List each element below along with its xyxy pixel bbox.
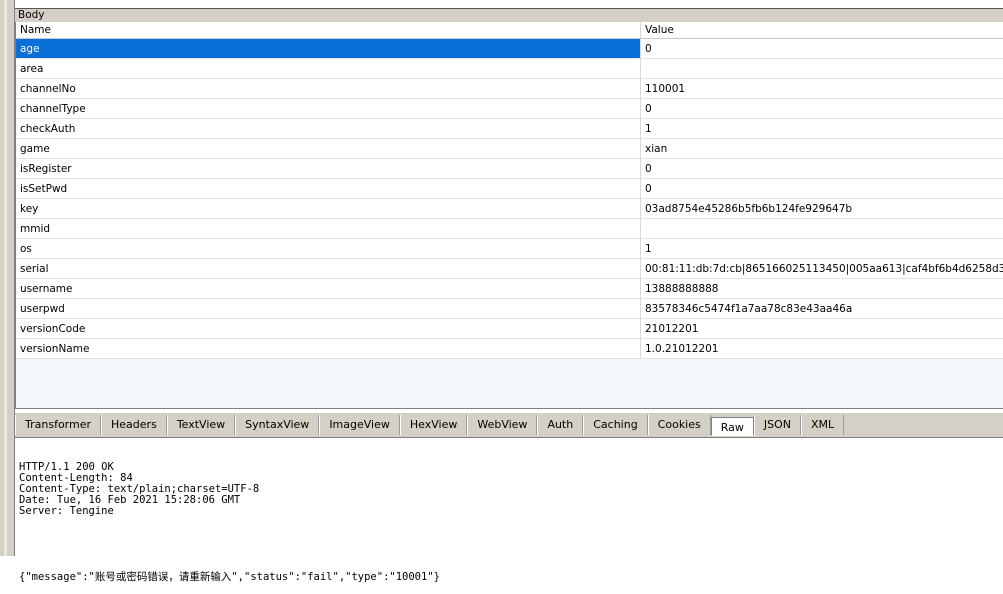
table-row[interactable]: channelNo 110001 [16, 79, 1003, 99]
row-value-cell[interactable]: xian [641, 139, 1003, 158]
tab-webview[interactable]: WebView [467, 415, 538, 435]
tab-raw[interactable]: Raw [710, 416, 754, 436]
table-row[interactable]: game xian [16, 139, 1003, 159]
table-row[interactable]: checkAuth 1 [16, 119, 1003, 139]
row-name-cell[interactable]: isRegister [16, 159, 641, 178]
tab-cookies[interactable]: Cookies [647, 415, 711, 435]
row-value-cell[interactable]: 21012201 [641, 319, 1003, 338]
row-value-cell[interactable] [641, 59, 1003, 78]
table-row[interactable]: channelType 0 [16, 99, 1003, 119]
row-name-cell[interactable]: checkAuth [16, 119, 641, 138]
raw-response-view[interactable]: HTTP/1.1 200 OK Content-Length: 84 Content… [17, 438, 1003, 583]
request-top-panel [15, 0, 1003, 9]
tab-headers[interactable]: Headers [101, 415, 167, 435]
table-row[interactable]: versionName 1.0.21012201 [16, 339, 1003, 359]
row-value-cell[interactable]: 1.0.21012201 [641, 339, 1003, 358]
table-row[interactable]: age 0 [16, 39, 1003, 59]
row-value-cell[interactable]: 83578346c5474f1a7aa78c83e43aa46a [641, 299, 1003, 318]
tab-auth[interactable]: Auth [537, 415, 584, 435]
row-name-cell[interactable]: serial [16, 259, 641, 278]
name-column-header[interactable]: Name [16, 22, 641, 38]
row-name-cell[interactable]: os [16, 239, 641, 258]
table-row[interactable]: mmid [16, 219, 1003, 239]
tab-imageview[interactable]: ImageView [319, 415, 400, 435]
tab-hexview[interactable]: HexView [399, 415, 468, 435]
row-name-cell[interactable]: game [16, 139, 641, 158]
row-value-cell[interactable]: 00:81:11:db:7d:cb|865166025113450|005aa6… [641, 259, 1003, 278]
table-row[interactable]: isSetPwd 0 [16, 179, 1003, 199]
response-tabbar: Transformer Headers TextView SyntaxView Imag… [15, 412, 1003, 438]
row-value-cell[interactable]: 0 [641, 99, 1003, 118]
row-name-cell[interactable]: isSetPwd [16, 179, 641, 198]
row-value-cell[interactable]: 110001 [641, 79, 1003, 98]
grid-rows: age 0 area channelNo 110001 channelType 0 check… [16, 39, 1003, 359]
tab-textview[interactable]: TextView [166, 415, 236, 435]
row-name-cell[interactable]: versionName [16, 339, 641, 358]
row-name-cell[interactable]: age [16, 39, 641, 58]
left-frame-inner [4, 0, 7, 556]
table-row[interactable]: isRegister 0 [16, 159, 1003, 179]
tab-xml[interactable]: XML [801, 415, 845, 435]
table-row[interactable]: os 1 [16, 239, 1003, 259]
row-name-cell[interactable]: channelType [16, 99, 641, 118]
row-value-cell[interactable]: 1 [641, 239, 1003, 258]
row-name-cell[interactable]: username [16, 279, 641, 298]
table-row[interactable]: serial 00:81:11:db:7d:cb|865166025113450|… [16, 259, 1003, 279]
body-grid[interactable]: Name Value age 0 area channelNo 110001 channe… [15, 22, 1003, 409]
row-value-cell[interactable]: 1 [641, 119, 1003, 138]
raw-header-line: HTTP/1.1 200 OK [19, 461, 114, 473]
body-section-header: Body [15, 9, 1003, 23]
left-frame [0, 0, 15, 556]
row-name-cell[interactable]: userpwd [16, 299, 641, 318]
raw-headers: HTTP/1.1 200 OK Content-Length: 84 Content… [19, 462, 1001, 517]
row-name-cell[interactable]: versionCode [16, 319, 641, 338]
table-row[interactable]: username 13888888888 [16, 279, 1003, 299]
row-name-cell[interactable]: key [16, 199, 641, 218]
table-row[interactable]: key 03ad8754e45286b5fb6b124fe929647b [16, 199, 1003, 219]
row-value-cell[interactable]: 03ad8754e45286b5fb6b124fe929647b [641, 199, 1003, 218]
raw-body: {"message":"账号或密码错误，请重新输入","status":"fai… [19, 571, 440, 583]
row-name-cell[interactable]: channelNo [16, 79, 641, 98]
value-column-header[interactable]: Value [641, 22, 1003, 38]
tab-transformer[interactable]: Transformer [15, 415, 102, 435]
raw-header-line: Server: Tengine [19, 505, 114, 517]
table-row[interactable]: area [16, 59, 1003, 79]
row-value-cell[interactable]: 0 [641, 39, 1003, 58]
table-row[interactable]: userpwd 83578346c5474f1a7aa78c83e43aa46a [16, 299, 1003, 319]
grid-header: Name Value [16, 22, 1003, 39]
tab-syntaxview[interactable]: SyntaxView [235, 415, 320, 435]
tab-caching[interactable]: Caching [583, 415, 648, 435]
row-name-cell[interactable]: area [16, 59, 641, 78]
table-row[interactable]: versionCode 21012201 [16, 319, 1003, 339]
tab-json[interactable]: JSON [753, 415, 802, 435]
row-value-cell[interactable]: 0 [641, 159, 1003, 178]
row-value-cell[interactable]: 0 [641, 179, 1003, 198]
raw-header-line: Date: Tue, 16 Feb 2021 15:28:06 GMT [19, 494, 241, 506]
row-name-cell[interactable]: mmid [16, 219, 641, 238]
row-value-cell[interactable] [641, 219, 1003, 238]
row-value-cell[interactable]: 13888888888 [641, 279, 1003, 298]
